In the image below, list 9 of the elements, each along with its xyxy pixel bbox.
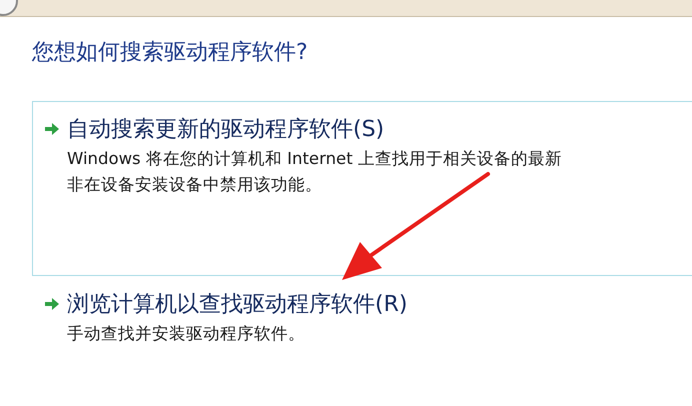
arrow-icon <box>45 298 59 310</box>
option-description: Windows 将在您的计算机和 Internet 上查找用于相关设备的最新 <box>67 148 563 170</box>
heading: 您想如何搜索驱动程序软件? <box>32 39 308 67</box>
option-description: 手动查找并安装驱动程序软件。 <box>67 323 306 345</box>
option-title: 浏览计算机以查找驱动程序软件(R) <box>67 291 408 319</box>
option-link[interactable]: 浏览计算机以查找驱动程序软件(R) 手动查找并安装驱动程序软件。 <box>32 276 692 366</box>
option-title: 自动搜索更新的驱动程序软件(S) <box>67 116 384 144</box>
arrow-icon <box>45 123 59 135</box>
option-description: 非在设备安装设备中禁用该功能。 <box>67 174 323 196</box>
